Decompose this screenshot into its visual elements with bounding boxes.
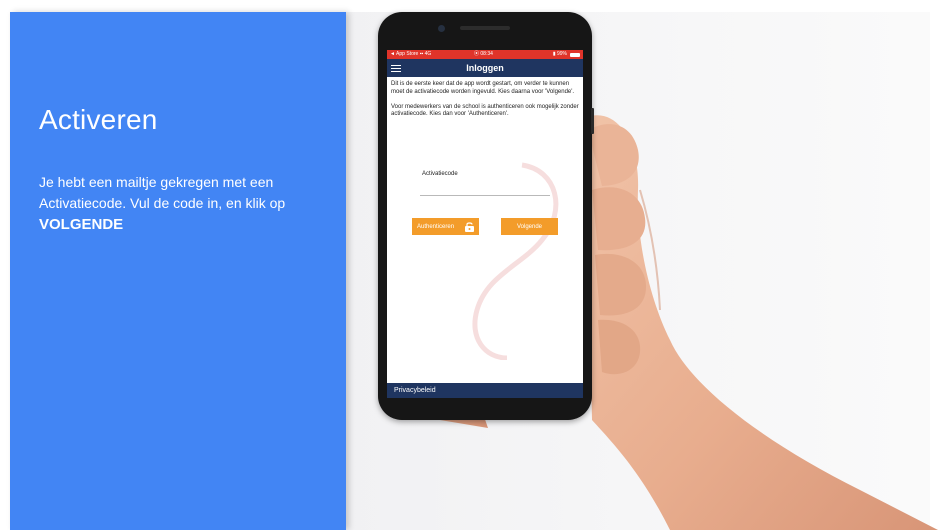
activation-code-label: Activatiecode bbox=[422, 171, 458, 177]
panel-emphasis: VOLGENDE bbox=[39, 216, 124, 233]
lock-icon bbox=[465, 222, 474, 232]
battery-icon bbox=[570, 52, 580, 57]
status-battery-text: ▮ 99% bbox=[552, 51, 567, 57]
info-panel: Activeren Je hebt een mailtje gekregen m… bbox=[10, 12, 346, 530]
intro-paragraph-1: Dit is de eerste keer dat de app wordt g… bbox=[391, 81, 575, 95]
phone-top-bezel bbox=[378, 12, 592, 48]
speaker-grille bbox=[460, 26, 510, 30]
authenticate-button[interactable]: Authenticeren bbox=[412, 218, 479, 235]
panel-description: Je hebt een mailtje gekregen met een Act… bbox=[39, 172, 329, 235]
status-time: ⦿ 08:34 bbox=[474, 51, 493, 57]
activation-code-input[interactable] bbox=[420, 183, 550, 196]
footer-bar: Privacybeleid bbox=[387, 383, 583, 398]
intro-paragraph-2: Voor medewerkers van de school is authen… bbox=[391, 103, 579, 118]
app-bar: Inloggen bbox=[387, 59, 583, 77]
phone-device: ◄ App Store ▪▪ 4G ⦿ 08:34 ▮ 99% Inloggen… bbox=[378, 12, 594, 420]
panel-description-text: Je hebt een mailtje gekregen met een Act… bbox=[39, 174, 286, 211]
phone-side-button bbox=[591, 108, 594, 134]
authenticate-button-label: Authenticeren bbox=[417, 223, 455, 230]
next-button[interactable]: Volgende bbox=[501, 218, 558, 235]
panel-title: Activeren bbox=[39, 104, 158, 135]
camera-icon bbox=[438, 25, 445, 32]
intro-text: Dit is de eerste keer dat de app wordt g… bbox=[391, 81, 579, 119]
hamburger-icon[interactable] bbox=[391, 63, 401, 73]
slide: Activeren Je hebt een mailtje gekregen m… bbox=[0, 0, 938, 530]
privacy-policy-link[interactable]: Privacybeleid bbox=[394, 387, 436, 394]
status-bar: ◄ App Store ▪▪ 4G ⦿ 08:34 ▮ 99% bbox=[387, 50, 583, 59]
status-carrier: ◄ App Store ▪▪ 4G bbox=[390, 51, 432, 57]
app-bar-title: Inloggen bbox=[466, 63, 504, 73]
phone-screen: ◄ App Store ▪▪ 4G ⦿ 08:34 ▮ 99% Inloggen… bbox=[387, 50, 583, 398]
